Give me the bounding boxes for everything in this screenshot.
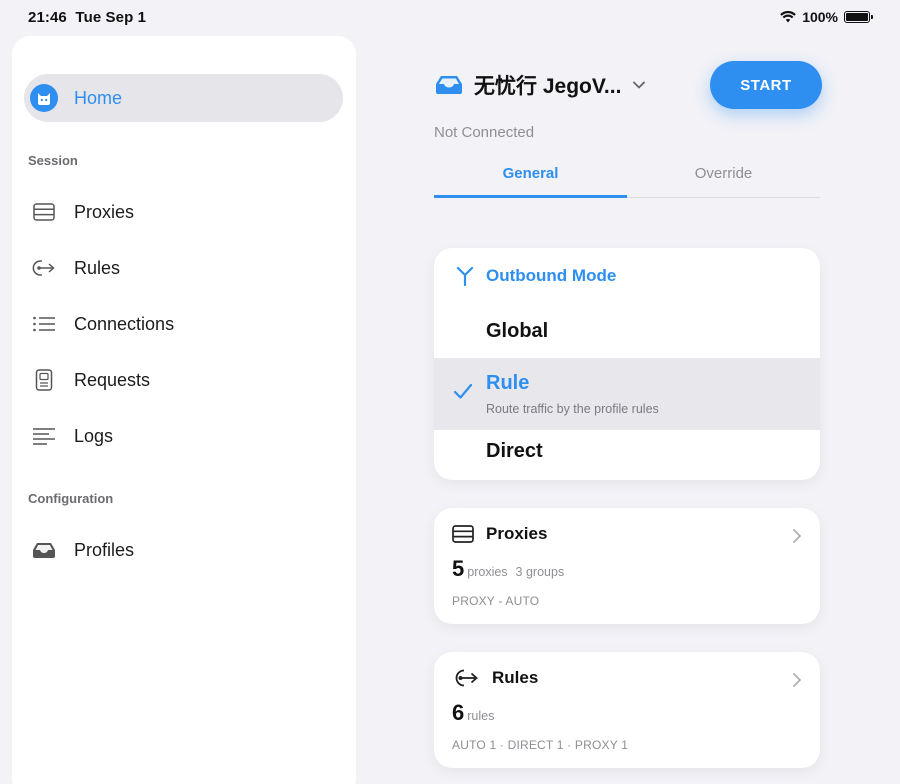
status-bar: 21:46 Tue Sep 1 100% xyxy=(0,0,900,36)
start-button[interactable]: START xyxy=(710,61,822,109)
chevron-right-icon xyxy=(793,529,801,543)
profile-name: 无忧行 JegoV... xyxy=(474,75,622,98)
sidebar-item-rules[interactable]: Rules xyxy=(24,248,344,288)
section-title-session: Session xyxy=(28,153,78,168)
proxies-card-title: Proxies xyxy=(486,524,548,543)
mode-option-global[interactable]: Global xyxy=(434,310,820,358)
sidebar-item-label: Requests xyxy=(74,369,151,390)
profile-tray-icon xyxy=(436,76,462,94)
chevron-right-icon xyxy=(793,673,801,687)
tab-selected-indicator xyxy=(434,195,627,198)
tab-bar: General Override xyxy=(434,160,820,198)
status-time: 21:46 Tue Sep 1 xyxy=(28,9,146,26)
sidebar-item-label: Profiles xyxy=(74,539,135,560)
battery-icon xyxy=(844,11,873,23)
chevron-down-icon xyxy=(633,81,646,89)
status-clock: 21:46 xyxy=(28,9,67,26)
tray-icon xyxy=(30,538,58,562)
rules-card-header: Rules xyxy=(452,668,538,688)
sidebar-item-label: Rules xyxy=(74,257,121,278)
sidebar: Home Session Proxies Rules Connections R… xyxy=(12,36,356,784)
outbound-mode-title: Outbound Mode xyxy=(486,266,617,285)
proxies-count: 5 xyxy=(452,556,465,581)
server-list-icon xyxy=(452,525,474,543)
outbound-mode-header: Outbound Mode xyxy=(456,266,616,286)
rules-detail: AUTO 1 · DIRECT 1 · PROXY 1 xyxy=(452,738,629,752)
lines-icon xyxy=(30,424,58,448)
list-icon xyxy=(30,312,58,336)
rule-arrow-icon xyxy=(455,669,478,687)
outbound-mode-card: Outbound Mode Global Rule Route traffic … xyxy=(434,248,820,480)
home-avatar-icon xyxy=(30,84,58,112)
tab-general[interactable]: General xyxy=(434,165,627,182)
mode-label: Direct xyxy=(486,440,543,462)
rule-arrow-icon xyxy=(30,256,58,280)
rules-card-title: Rules xyxy=(492,668,539,687)
status-date: Tue Sep 1 xyxy=(75,9,147,26)
proxies-detail: PROXY - AUTO xyxy=(452,594,540,608)
proxies-groups: 3 groups xyxy=(515,565,565,579)
proxies-stat-row: 5 proxies 3 groups xyxy=(452,556,564,582)
proxies-card-header: Proxies xyxy=(452,524,547,544)
tab-override[interactable]: Override xyxy=(627,165,820,182)
section-title-configuration: Configuration xyxy=(28,491,114,506)
mode-description: Route traffic by the profile rules xyxy=(486,402,659,416)
sidebar-item-home[interactable]: Home xyxy=(24,74,343,122)
proxies-count-unit: proxies xyxy=(467,565,508,579)
mode-option-direct[interactable]: Direct xyxy=(434,432,820,478)
proxies-card[interactable]: Proxies 5 proxies 3 groups PROXY - AUTO xyxy=(434,508,820,624)
rules-card[interactable]: Rules 6 rules AUTO 1 · DIRECT 1 · PROXY … xyxy=(434,652,820,768)
sidebar-item-label: Proxies xyxy=(74,201,135,222)
rules-count-unit: rules xyxy=(467,709,495,723)
sidebar-item-label: Home xyxy=(74,87,123,108)
wifi-icon xyxy=(780,11,796,23)
sidebar-item-label: Connections xyxy=(74,313,175,334)
sidebar-item-requests[interactable]: Requests xyxy=(24,360,344,400)
sidebar-item-label: Logs xyxy=(74,425,114,446)
mode-option-rule[interactable]: Rule Route traffic by the profile rules xyxy=(434,358,820,430)
connection-status: Not Connected xyxy=(434,124,535,141)
sidebar-item-connections[interactable]: Connections xyxy=(24,304,344,344)
mode-label: Rule xyxy=(486,372,530,394)
rules-count: 6 xyxy=(452,700,465,725)
sidebar-item-logs[interactable]: Logs xyxy=(24,416,344,456)
fork-icon xyxy=(456,266,474,286)
status-right: 100% xyxy=(780,9,873,25)
server-list-icon xyxy=(30,200,58,224)
mode-label: Global xyxy=(486,320,549,342)
profile-selector[interactable]: 无忧行 JegoV... xyxy=(434,70,647,100)
battery-percent: 100% xyxy=(802,9,838,25)
checkmark-icon xyxy=(453,383,473,399)
rules-stat-row: 6 rules xyxy=(452,700,494,726)
sidebar-item-profiles[interactable]: Profiles xyxy=(24,530,344,570)
document-icon xyxy=(30,368,58,392)
sidebar-item-proxies[interactable]: Proxies xyxy=(24,192,344,232)
